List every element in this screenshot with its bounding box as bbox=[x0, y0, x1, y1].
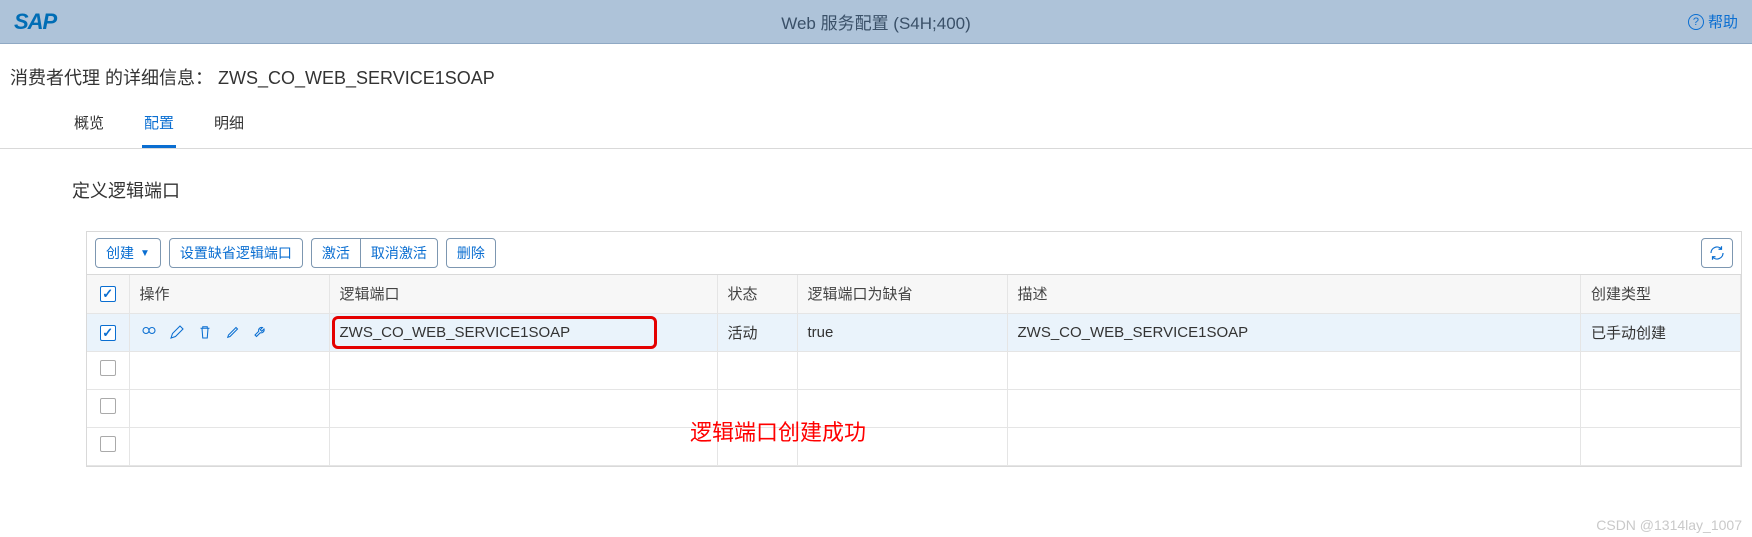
edit-icon[interactable] bbox=[168, 323, 186, 341]
row-checkbox[interactable] bbox=[100, 436, 116, 452]
tab-bar: 概览 配置 明细 bbox=[0, 102, 1752, 149]
table-header-row: 操作 逻辑端口 状态 逻辑端口为缺省 描述 创建类型 bbox=[87, 275, 1741, 313]
select-all-checkbox[interactable] bbox=[100, 286, 116, 302]
row-checkbox[interactable] bbox=[100, 398, 116, 414]
header-is-default[interactable]: 逻辑端口为缺省 bbox=[797, 275, 1007, 313]
cell-is-default: true bbox=[797, 313, 1007, 351]
cell-creation-type: 已手动创建 bbox=[1581, 313, 1741, 351]
page-title: Web 服务配置 (S4H;400) bbox=[781, 9, 971, 34]
tab-overview[interactable]: 概览 bbox=[72, 102, 106, 148]
header-actions[interactable]: 操作 bbox=[129, 275, 329, 313]
header-logical-port[interactable]: 逻辑端口 bbox=[329, 275, 717, 313]
help-icon: ? bbox=[1688, 14, 1704, 30]
tab-config[interactable]: 配置 bbox=[142, 102, 176, 148]
help-link[interactable]: ? 帮助 bbox=[1688, 11, 1738, 32]
row-checkbox[interactable] bbox=[100, 325, 116, 341]
header-description[interactable]: 描述 bbox=[1007, 275, 1581, 313]
logical-port-value: ZWS_CO_WEB_SERVICE1SOAP bbox=[340, 324, 571, 341]
detail-name: ZWS_CO_WEB_SERVICE1SOAP bbox=[218, 68, 495, 88]
pencil-icon[interactable] bbox=[224, 323, 242, 341]
header-status[interactable]: 状态 bbox=[717, 275, 797, 313]
create-label: 创建 bbox=[106, 243, 134, 263]
row-checkbox[interactable] bbox=[100, 360, 116, 376]
tab-detail[interactable]: 明细 bbox=[212, 102, 246, 148]
refresh-button[interactable] bbox=[1701, 238, 1733, 268]
cell-logical-port: ZWS_CO_WEB_SERVICE1SOAP bbox=[329, 313, 717, 351]
section-title: 定义逻辑端口 bbox=[72, 177, 1742, 203]
activate-button[interactable]: 激活 bbox=[311, 238, 360, 268]
help-label: 帮助 bbox=[1708, 11, 1738, 32]
deactivate-button[interactable]: 取消激活 bbox=[360, 238, 438, 268]
header-creation-type[interactable]: 创建类型 bbox=[1581, 275, 1741, 313]
create-button[interactable]: 创建 ▼ bbox=[95, 238, 161, 268]
table-toolbar: 创建 ▼ 设置缺省逻辑端口 激活 取消激活 删除 bbox=[86, 231, 1742, 274]
chevron-down-icon: ▼ bbox=[140, 248, 150, 259]
header-checkbox-cell bbox=[87, 275, 129, 313]
watermark: CSDN @1314lay_1007 bbox=[1596, 517, 1742, 533]
cell-description: ZWS_CO_WEB_SERVICE1SOAP bbox=[1007, 313, 1581, 351]
app-header: SAP Web 服务配置 (S4H;400) ? 帮助 bbox=[0, 0, 1752, 44]
tool-icon[interactable] bbox=[252, 323, 270, 341]
cell-status: 活动 bbox=[717, 313, 797, 351]
trash-icon[interactable] bbox=[196, 323, 214, 341]
row-actions bbox=[140, 323, 319, 341]
view-icon[interactable] bbox=[140, 323, 158, 341]
table-row[interactable] bbox=[87, 427, 1741, 465]
activate-group: 激活 取消激活 bbox=[311, 238, 438, 268]
set-default-button[interactable]: 设置缺省逻辑端口 bbox=[169, 238, 303, 268]
table-row[interactable] bbox=[87, 389, 1741, 427]
sap-logo: SAP bbox=[14, 9, 56, 35]
refresh-icon bbox=[1708, 244, 1726, 262]
detail-title: 消费者代理 的详细信息： ZWS_CO_WEB_SERVICE1SOAP bbox=[0, 44, 1752, 102]
content-area: 定义逻辑端口 创建 ▼ 设置缺省逻辑端口 激活 取消激活 删除 操作 逻辑端口 bbox=[0, 149, 1752, 477]
logical-port-table: 操作 逻辑端口 状态 逻辑端口为缺省 描述 创建类型 bbox=[86, 274, 1742, 467]
table-row[interactable]: ZWS_CO_WEB_SERVICE1SOAP 活动 true ZWS_CO_W… bbox=[87, 313, 1741, 351]
table-row[interactable] bbox=[87, 351, 1741, 389]
detail-prefix: 消费者代理 的详细信息： bbox=[10, 68, 213, 88]
delete-button[interactable]: 删除 bbox=[446, 238, 496, 268]
